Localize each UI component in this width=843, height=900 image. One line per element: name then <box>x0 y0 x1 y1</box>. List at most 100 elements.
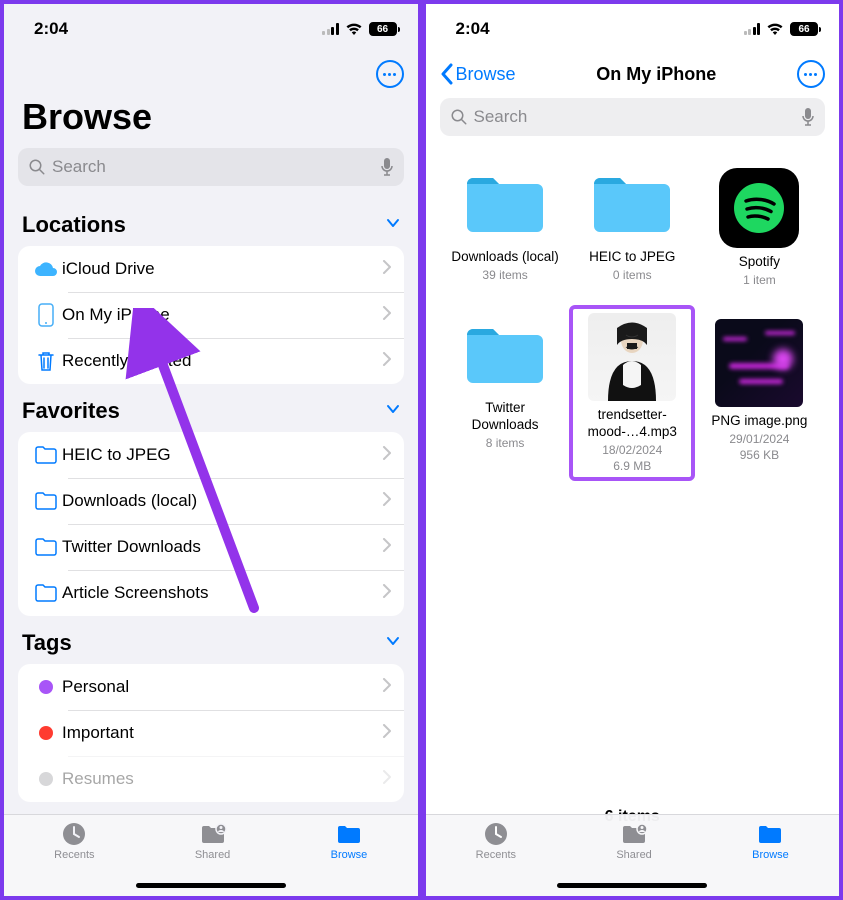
shared-folder-icon <box>620 821 648 847</box>
favorite-heic-to-jpeg[interactable]: HEIC to JPEG <box>18 432 404 478</box>
item-name: HEIC to JPEG <box>589 249 675 266</box>
battery-icon: 66 <box>369 22 400 36</box>
folder-icon <box>756 821 784 847</box>
tab-bar: Recents Shared Browse <box>426 814 840 896</box>
tag-dot-icon <box>30 772 62 786</box>
row-label: Article Screenshots <box>62 583 382 603</box>
folder-twitter-downloads[interactable]: Twitter Downloads 8 items <box>444 319 567 477</box>
folder-icon <box>461 168 549 243</box>
favorite-article-screenshots[interactable]: Article Screenshots <box>18 570 404 616</box>
status-time: 2:04 <box>34 19 68 39</box>
folder-icon <box>30 445 62 465</box>
wifi-icon <box>766 22 784 36</box>
clock-icon <box>482 821 510 847</box>
folder-heic-to-jpeg[interactable]: HEIC to JPEG 0 items <box>571 168 694 287</box>
favorite-twitter-downloads[interactable]: Twitter Downloads <box>18 524 404 570</box>
tab-label: Recents <box>476 849 516 861</box>
more-button[interactable] <box>376 60 404 88</box>
folder-icon <box>30 491 62 511</box>
chevron-right-icon <box>382 306 392 325</box>
highlight-annotation: trendsetter-mood-…4.mp3 18/02/2024 6.9 M… <box>569 305 695 481</box>
tag-resumes[interactable]: Resumes <box>18 756 404 802</box>
row-label: Personal <box>62 677 382 697</box>
tab-label: Shared <box>616 849 651 861</box>
row-label: Downloads (local) <box>62 491 382 511</box>
item-name: PNG image.png <box>711 413 807 430</box>
status-bar: 2:04 66 <box>426 4 840 54</box>
spotify-icon <box>719 168 799 248</box>
mic-icon[interactable] <box>380 157 394 177</box>
tab-label: Shared <box>195 849 230 861</box>
item-name: Twitter Downloads <box>450 400 560 434</box>
home-indicator[interactable] <box>557 883 707 888</box>
home-indicator[interactable] <box>136 883 286 888</box>
chevron-left-icon <box>440 63 454 85</box>
chevron-right-icon <box>382 770 392 789</box>
tags-group: Personal Important Resumes <box>18 664 404 802</box>
page-title: Browse <box>4 92 418 148</box>
tab-label: Browse <box>331 849 368 861</box>
folder-icon <box>335 821 363 847</box>
item-size: 6.9 MB <box>613 459 651 473</box>
location-icloud-drive[interactable]: iCloud Drive <box>18 246 404 292</box>
item-name: trendsetter-mood-…4.mp3 <box>577 407 687 441</box>
folder-icon <box>30 537 62 557</box>
phone-browse: 2:04 66 Browse Search Locations <box>0 0 422 900</box>
folder-icon <box>461 319 549 394</box>
chevron-right-icon <box>382 352 392 371</box>
chevron-right-icon <box>382 584 392 603</box>
tags-header[interactable]: Tags <box>4 616 418 664</box>
status-bar: 2:04 66 <box>4 4 418 54</box>
tab-recents[interactable]: Recents <box>54 821 94 896</box>
tag-dot-icon <box>30 726 62 740</box>
search-icon <box>28 158 46 176</box>
tab-bar: Recents Shared Browse <box>4 814 418 896</box>
status-icons: 66 <box>744 22 822 36</box>
item-meta: 8 items <box>486 436 525 450</box>
favorite-downloads-local[interactable]: Downloads (local) <box>18 478 404 524</box>
row-label: HEIC to JPEG <box>62 445 382 465</box>
row-label: Important <box>62 723 382 743</box>
status-time: 2:04 <box>456 19 490 39</box>
mic-icon[interactable] <box>801 107 815 127</box>
chevron-right-icon <box>382 260 392 279</box>
more-button[interactable] <box>797 60 825 88</box>
chevron-right-icon <box>382 492 392 511</box>
tags-label: Tags <box>22 630 72 656</box>
cellular-icon <box>744 23 761 35</box>
chevron-down-icon <box>386 634 400 653</box>
location-recently-deleted[interactable]: Recently Deleted <box>18 338 404 384</box>
tab-browse[interactable]: Browse <box>752 821 789 896</box>
item-name: Downloads (local) <box>451 249 558 266</box>
location-on-my-iphone[interactable]: On My iPhone <box>18 292 404 338</box>
chevron-right-icon <box>382 446 392 465</box>
battery-level: 66 <box>377 24 388 35</box>
chevron-down-icon <box>386 402 400 421</box>
file-mp3-trendsetter[interactable]: trendsetter-mood-…4.mp3 18/02/2024 6.9 M… <box>571 309 694 477</box>
folder-downloads-local[interactable]: Downloads (local) 39 items <box>444 168 567 287</box>
tab-recents[interactable]: Recents <box>476 821 516 896</box>
clock-icon <box>60 821 88 847</box>
search-placeholder: Search <box>474 107 802 127</box>
cloud-icon <box>30 260 62 278</box>
item-date: 29/01/2024 <box>729 432 789 446</box>
back-button[interactable]: Browse <box>440 63 516 85</box>
search-input[interactable]: Search <box>18 148 404 186</box>
item-size: 956 KB <box>740 448 779 462</box>
battery-level: 66 <box>798 24 809 35</box>
nav-bar: Browse On My iPhone <box>426 54 840 98</box>
item-meta: 39 items <box>482 268 527 282</box>
chevron-right-icon <box>382 724 392 743</box>
chevron-right-icon <box>382 678 392 697</box>
favorites-header[interactable]: Favorites <box>4 384 418 432</box>
favorites-label: Favorites <box>22 398 120 424</box>
tab-browse[interactable]: Browse <box>331 821 368 896</box>
locations-label: Locations <box>22 212 126 238</box>
folder-spotify[interactable]: Spotify 1 item <box>698 168 821 287</box>
tag-personal[interactable]: Personal <box>18 664 404 710</box>
tag-important[interactable]: Important <box>18 710 404 756</box>
chevron-down-icon <box>386 216 400 235</box>
search-input[interactable]: Search <box>440 98 826 136</box>
locations-header[interactable]: Locations <box>4 198 418 246</box>
file-png-image[interactable]: PNG image.png 29/01/2024 956 KB <box>698 319 821 477</box>
